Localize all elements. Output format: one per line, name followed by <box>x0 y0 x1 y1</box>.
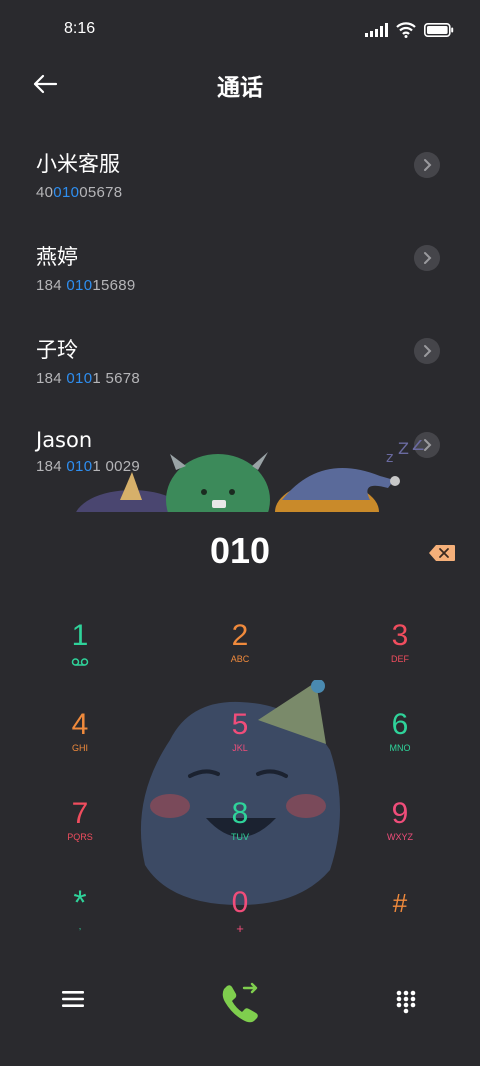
key-5[interactable]: 5 JKL <box>180 708 300 754</box>
voicemail-icon <box>71 658 89 666</box>
key-digit: 7 <box>71 797 89 830</box>
key-digit: * <box>73 884 87 922</box>
key-6[interactable]: 6 MNO <box>340 708 460 754</box>
key-letters: ABC <box>230 654 250 664</box>
contact-name: 燕婷 <box>36 245 78 269</box>
chevron-right-icon[interactable] <box>414 152 440 178</box>
dialpad-icon[interactable] <box>396 990 416 1014</box>
contact-item[interactable]: 小米客服 4001005678 <box>36 148 446 218</box>
signal-icon <box>365 23 388 37</box>
contact-number: 4001005678 <box>36 184 123 201</box>
svg-text:z: z <box>386 450 393 466</box>
key-3[interactable]: 3 DEF <box>340 619 460 665</box>
chevron-right-icon[interactable] <box>414 338 440 364</box>
key-digit: 1 <box>71 619 89 652</box>
key-2[interactable]: 2 ABC <box>180 619 300 665</box>
key-letters: JKL <box>232 743 248 753</box>
contact-item[interactable]: 子玲 184 0101 5678 <box>36 334 446 404</box>
status-time: 8:16 <box>64 20 96 37</box>
key-digit: 0 <box>231 886 249 919</box>
key-letters: TUV <box>231 832 249 842</box>
bottom-bar <box>0 970 480 1030</box>
key-hash[interactable]: # <box>340 887 460 919</box>
contact-name: 小米客服 <box>36 152 120 176</box>
key-digit: 5 <box>231 708 249 741</box>
contact-number: 184 0101 5678 <box>36 370 141 387</box>
dialed-number: 010 <box>209 530 271 571</box>
battery-icon <box>424 23 454 37</box>
menu-icon[interactable] <box>62 990 84 1008</box>
key-letters: DEF <box>391 654 409 664</box>
mascot-illustration: z Z Z <box>76 440 424 512</box>
contact-name: 子玲 <box>36 338 78 362</box>
key-digit: 8 <box>231 797 249 830</box>
key-digit: 2 <box>231 619 249 652</box>
contact-number: 184 01015689 <box>36 277 136 294</box>
key-digit: 3 <box>391 619 409 652</box>
key-letters: PQRS <box>67 832 93 842</box>
svg-text:Z: Z <box>398 440 409 458</box>
key-letters: MNO <box>389 743 411 753</box>
key-star[interactable]: * , <box>20 884 140 931</box>
key-digit: 4 <box>71 708 89 741</box>
contact-item[interactable]: 燕婷 184 01015689 <box>36 241 446 311</box>
chevron-right-icon[interactable] <box>414 245 440 271</box>
key-digit: 9 <box>391 797 409 830</box>
svg-text:Z: Z <box>412 440 424 455</box>
key-digit: 6 <box>391 708 409 741</box>
system-icons <box>365 22 454 38</box>
status-bar: 8:16 <box>0 0 480 62</box>
call-button[interactable] <box>218 980 262 1024</box>
key-letters: , <box>78 921 82 931</box>
key-digit: # <box>392 888 408 918</box>
page-title: 通话 <box>217 75 263 101</box>
app-header: 通话 <box>0 62 480 106</box>
key-8[interactable]: 8 TUV <box>180 797 300 843</box>
key-letters: + <box>236 921 244 936</box>
key-4[interactable]: 4 GHI <box>20 708 140 754</box>
key-1[interactable]: 1 <box>20 620 140 671</box>
backspace-icon[interactable] <box>428 544 456 562</box>
key-0[interactable]: 0 + <box>180 886 300 937</box>
key-letters: WXYZ <box>387 832 413 842</box>
wifi-icon <box>396 22 416 38</box>
key-7[interactable]: 7 PQRS <box>20 797 140 843</box>
key-letters: GHI <box>71 743 88 753</box>
key-9[interactable]: 9 WXYZ <box>340 797 460 843</box>
